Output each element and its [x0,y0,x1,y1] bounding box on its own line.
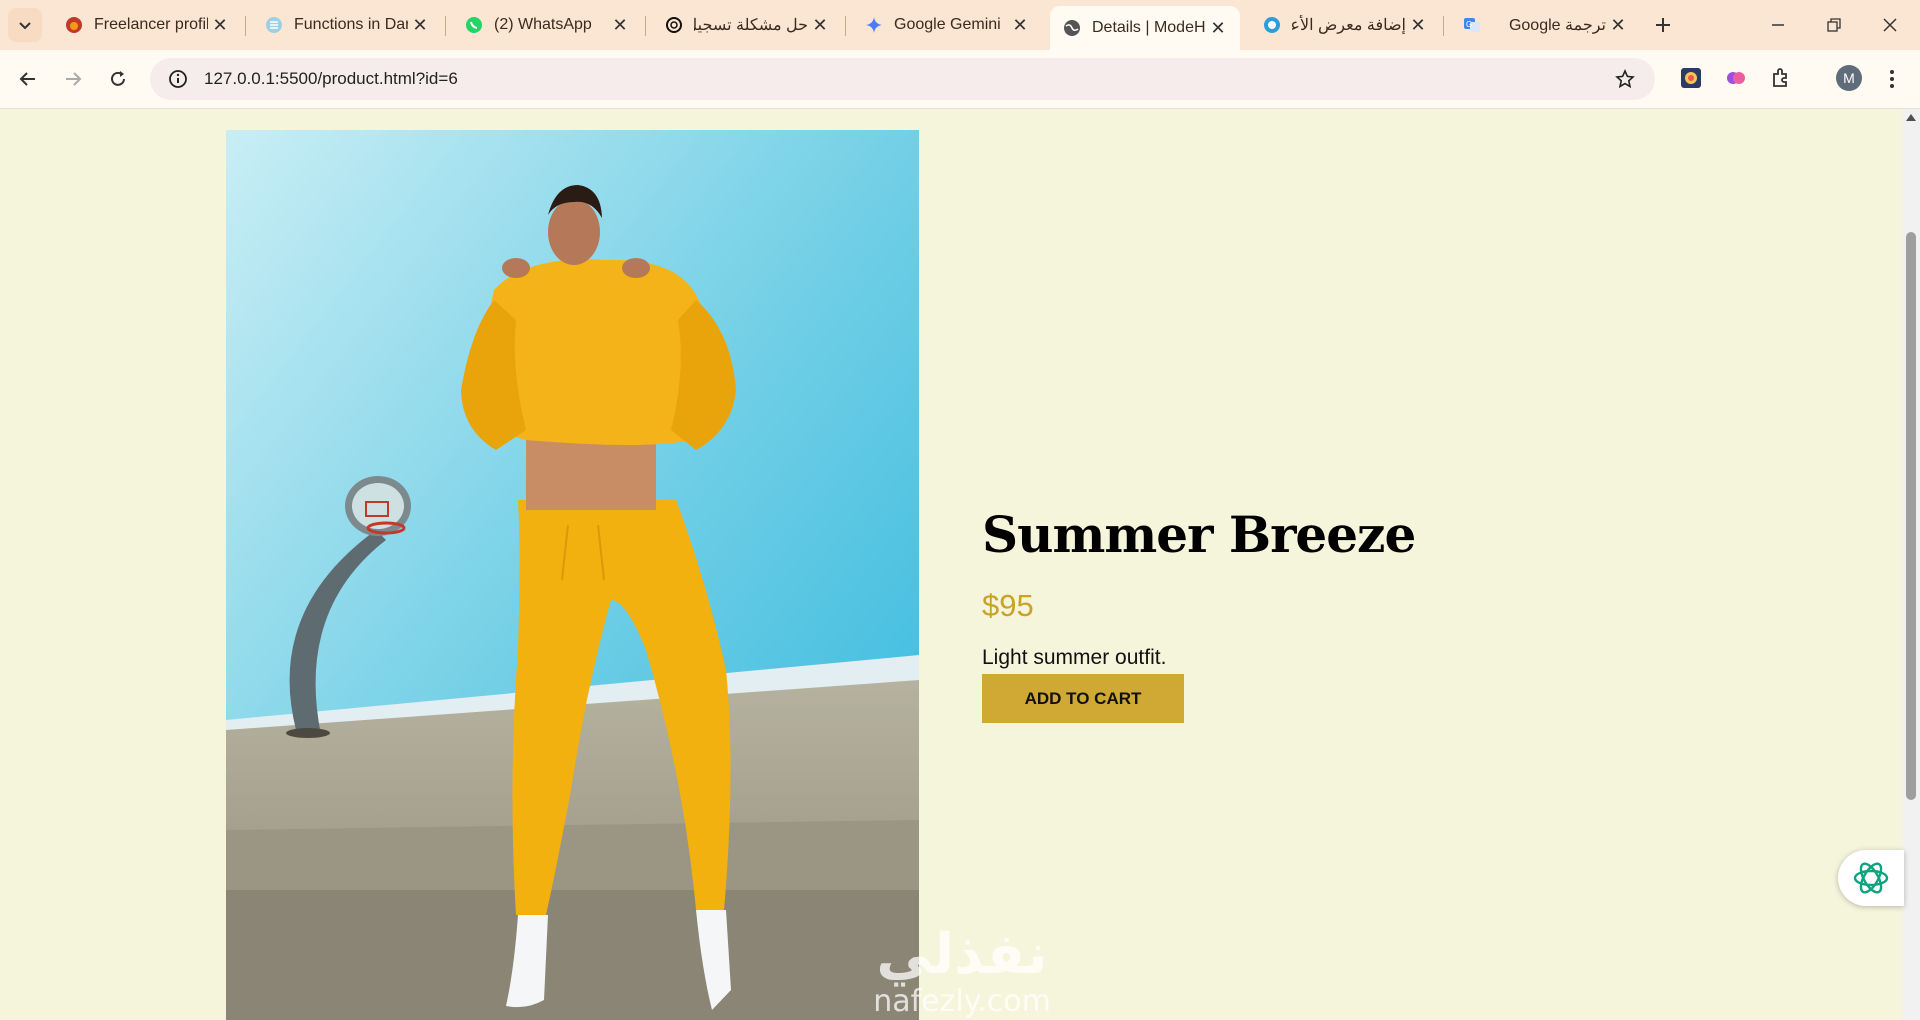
tab-title: ترجمة Google [1508,17,1606,34]
close-window-button[interactable] [1868,8,1912,42]
floating-assistant-button[interactable] [1838,850,1904,906]
arrow-right-icon [66,72,82,86]
site-info-icon[interactable] [160,61,196,97]
freelancer-icon [64,15,84,35]
product-page: Summer Breeze $95 Light summer outfit. A… [0,109,1902,1020]
extension-colorful-icon[interactable] [1677,64,1705,92]
chatgpt-icon [664,15,684,35]
circle-icon [1262,15,1282,35]
chatgpt-assistant-icon [1853,862,1889,894]
close-icon[interactable]: ✕ [1008,13,1032,37]
scroll-up-arrow-icon[interactable] [1905,110,1917,124]
kebab-menu-icon [1890,70,1894,88]
gemini-icon [864,15,884,35]
product-image [226,130,919,1020]
profile-avatar[interactable]: M [1836,65,1862,91]
new-tab-button[interactable] [1648,10,1678,40]
tab-search-button[interactable] [8,8,42,42]
forward-button[interactable] [55,61,91,97]
tab-divider [245,16,246,36]
svg-text:نفذلي: نفذلي [876,922,1047,987]
tab-title: حل مشكلة تسجيل [694,17,808,34]
product-info: Summer Breeze $95 Light summer outfit. A… [982,505,1416,723]
product-description: Light summer outfit. [982,646,1167,669]
restore-button[interactable] [1812,8,1856,42]
add-to-cart-button[interactable]: ADD TO CART [982,674,1184,723]
reload-button[interactable] [100,61,136,97]
close-icon[interactable]: ✕ [408,13,432,37]
back-button[interactable] [10,61,46,97]
tab-divider [845,16,846,36]
close-icon[interactable]: ✕ [1206,16,1230,40]
tab-whatsapp[interactable]: (2) WhatsApp ✕ [452,6,642,44]
arrow-left-icon [19,72,35,86]
tab-freelancer[interactable]: Freelancer profile ✕ [52,6,242,44]
tab-title: Google Gemini [894,16,1001,33]
nafezly-watermark: نفذلي nafezly.com [852,911,1072,1020]
tab-title: Freelancer profile [94,16,208,33]
close-icon[interactable]: ✕ [808,13,832,37]
tab-portfolio-add[interactable]: إضافة معرض الأعمال ✕ [1250,6,1440,44]
minimize-button[interactable] [1756,8,1800,42]
tab-functions-in-dart[interactable]: Functions in Dart ✕ [252,6,442,44]
close-icon[interactable]: ✕ [608,13,632,37]
tab-title: Functions in Dart [294,16,408,33]
chevron-down-icon [19,22,31,30]
browser-toolbar: 127.0.0.1:5500/product.html?id=6 M [0,50,1920,109]
tab-title: إضافة معرض الأعمال [1292,17,1406,34]
plus-icon [1656,18,1670,32]
whatsapp-icon [464,15,484,35]
product-price: $95 [982,588,1034,623]
close-icon[interactable]: ✕ [208,13,232,37]
close-icon[interactable]: ✕ [1406,13,1430,37]
tab-chatgpt[interactable]: حل مشكلة تسجيل ✕ [652,6,842,44]
tab-title: Details | ModeHaven [1092,19,1206,36]
extensions-puzzle-icon[interactable] [1767,64,1795,92]
minimize-icon [1772,24,1784,26]
dart-icon [264,15,284,35]
tab-divider [645,16,646,36]
google-translate-icon: G [1462,15,1482,35]
close-icon[interactable]: ✕ [1606,13,1630,37]
tab-title: (2) WhatsApp [494,16,592,33]
address-bar[interactable]: 127.0.0.1:5500/product.html?id=6 [150,58,1655,100]
extension-brain-icon[interactable] [1722,64,1750,92]
tab-divider [1443,16,1444,36]
menu-button[interactable] [1874,61,1910,97]
svg-text:nafezly.com: nafezly.com [873,984,1051,1019]
tab-details-modehaven[interactable]: Details | ModeHaven ✕ [1050,6,1240,50]
close-icon [1883,18,1897,32]
tab-strip: Freelancer profile ✕ Functions in Dart ✕… [0,0,1920,50]
globe-icon [1062,18,1082,38]
url-text[interactable]: 127.0.0.1:5500/product.html?id=6 [204,69,1607,89]
scrollbar-thumb[interactable] [1906,232,1916,800]
reload-icon [111,71,125,86]
tab-google-gemini[interactable]: Google Gemini ✕ [852,6,1042,44]
bookmark-star-icon[interactable] [1607,61,1643,97]
restore-icon [1827,18,1841,32]
tab-google-translate[interactable]: G ترجمة Google ✕ [1450,6,1640,44]
svg-text:G: G [1466,20,1472,29]
tab-divider [445,16,446,36]
product-title: Summer Breeze [982,505,1416,564]
